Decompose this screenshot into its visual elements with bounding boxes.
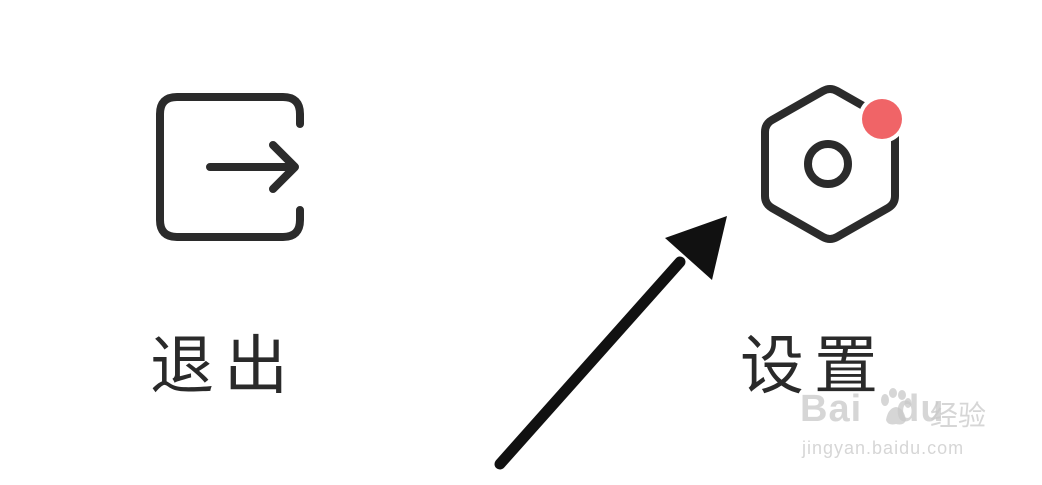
exit-label: 退出 xyxy=(150,330,298,404)
watermark-url: jingyan.baidu.com xyxy=(802,438,965,458)
exit-icon xyxy=(156,93,304,241)
canvas: 退出 设置 Bai du 经验 jingyan.baidu.com xyxy=(0,0,1042,485)
settings-icon xyxy=(761,85,906,243)
watermark-cn: 经验 xyxy=(930,399,987,432)
settings-menu-item[interactable]: 设置 xyxy=(735,80,925,420)
exit-menu-item[interactable]: 退出 xyxy=(140,80,330,420)
settings-label: 设置 xyxy=(740,330,888,404)
